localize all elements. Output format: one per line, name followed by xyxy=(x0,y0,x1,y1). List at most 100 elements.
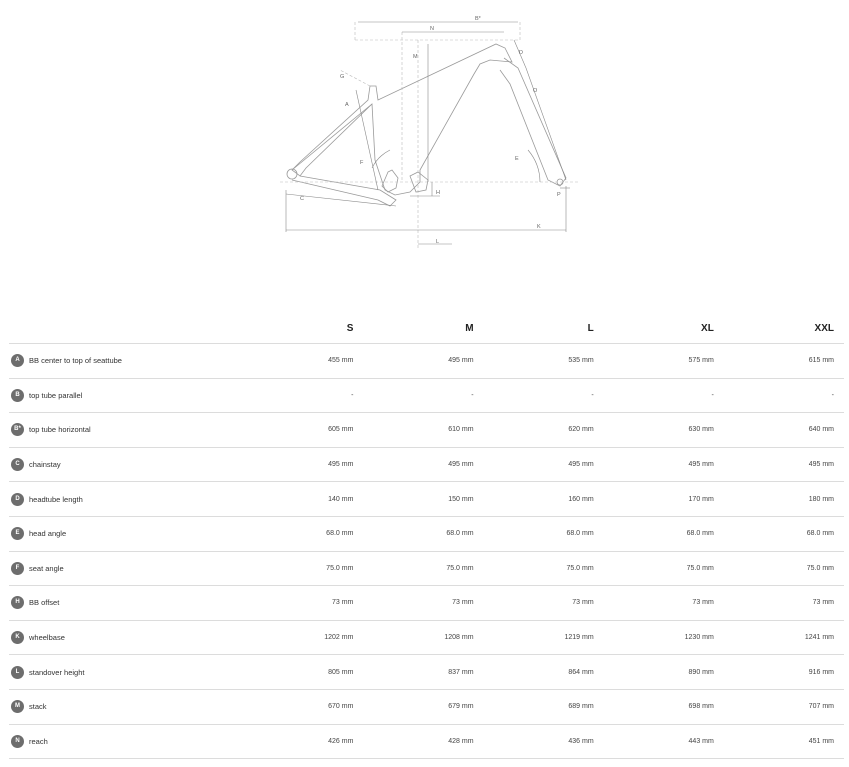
dim-h-label: H xyxy=(436,190,440,196)
value-cell: 495 mm xyxy=(723,447,844,483)
table-row: A BB center to top of seattube 455 mm 495… xyxy=(9,343,844,379)
value-cell: 75.0 mm xyxy=(243,551,364,587)
value-cell: 436 mm xyxy=(483,724,604,760)
measure-badge: N xyxy=(11,734,24,748)
value-cell: 837 mm xyxy=(363,654,484,690)
size-header-xl: XL xyxy=(603,314,724,344)
measure-badge: L xyxy=(11,665,24,679)
value-cell: 68.0 mm xyxy=(483,516,604,552)
value-cell: 180 mm xyxy=(723,481,844,517)
table-row: Btop tube parallel - - - - - xyxy=(9,378,844,414)
measure-name: BB center to top of seattube xyxy=(29,356,122,366)
dim-e-label: E xyxy=(515,156,519,162)
value-cell: - xyxy=(723,378,844,414)
value-cell: 426 mm xyxy=(243,724,364,760)
table-header-row: S M L XL XXL xyxy=(9,314,844,344)
measure-badge: F xyxy=(11,561,24,575)
value-cell: 73 mm xyxy=(603,585,724,621)
measure-badge: H xyxy=(11,596,24,610)
value-cell: 535 mm xyxy=(483,343,604,379)
table-row: Nreach 426 mm 428 mm 436 mm 443 mm 451 m… xyxy=(9,724,844,760)
row-label: Btop tube parallel xyxy=(9,378,244,414)
value-cell: 428 mm xyxy=(363,724,484,760)
value-cell: 68.0 mm xyxy=(603,516,724,552)
value-cell: 75.0 mm xyxy=(723,551,844,587)
bike-frame-drawing: B* N M G A F C H K L D O E P xyxy=(280,16,580,250)
row-label: B* top tube horizontal xyxy=(9,412,244,448)
row-label: A BB center to top of seattube xyxy=(9,343,244,379)
dim-f-label: F xyxy=(360,160,364,166)
table-row: Kwheelbase 1202 mm 1208 mm 1219 mm 1230 … xyxy=(9,620,844,656)
measure-badge: E xyxy=(11,527,24,541)
value-cell: 73 mm xyxy=(723,585,844,621)
geometry-table: S M L XL XXL A BB center to top of seattu… xyxy=(9,314,844,760)
value-cell: 679 mm xyxy=(363,689,484,725)
row-label: Dheadtube length xyxy=(9,481,244,517)
value-cell: 890 mm xyxy=(603,654,724,690)
row-label: Mstack xyxy=(9,689,244,725)
value-cell: 75.0 mm xyxy=(483,551,604,587)
dim-c-label: C xyxy=(300,196,304,202)
value-cell: 615 mm xyxy=(723,343,844,379)
value-cell: 73 mm xyxy=(243,585,364,621)
measure-badge: K xyxy=(11,631,24,645)
measure-badge: M xyxy=(11,700,24,714)
value-cell: 630 mm xyxy=(603,412,724,448)
value-cell: 605 mm xyxy=(243,412,364,448)
table-row: Lstandover height 805 mm 837 mm 864 mm 8… xyxy=(9,654,844,690)
measure-name: top tube horizontal xyxy=(29,425,91,435)
dim-g-label: G xyxy=(340,74,344,80)
value-cell: 689 mm xyxy=(483,689,604,725)
table-row: Fseat angle 75.0 mm 75.0 mm 75.0 mm 75.0… xyxy=(9,551,844,587)
value-cell: 68.0 mm xyxy=(243,516,364,552)
value-cell: 73 mm xyxy=(483,585,604,621)
geometry-diagram: B* N M G A F C H K L D O E P xyxy=(0,0,849,300)
row-label: Kwheelbase xyxy=(9,620,244,656)
value-cell: 610 mm xyxy=(363,412,484,448)
measure-name: head angle xyxy=(29,529,67,539)
table-row: Mstack 670 mm 679 mm 689 mm 698 mm 707 m… xyxy=(9,689,844,725)
table-row: Ehead angle 68.0 mm 68.0 mm 68.0 mm 68.0… xyxy=(9,516,844,552)
value-cell: 495 mm xyxy=(483,447,604,483)
row-label: Nreach xyxy=(9,724,244,760)
measure-name: reach xyxy=(29,736,48,746)
dim-k-label: K xyxy=(537,224,541,230)
value-cell: 1208 mm xyxy=(363,620,484,656)
size-header-s: S xyxy=(243,314,364,344)
value-cell: 495 mm xyxy=(363,343,484,379)
value-cell: 670 mm xyxy=(243,689,364,725)
header-label-cell xyxy=(9,314,244,344)
value-cell: - xyxy=(483,378,604,414)
value-cell: 1230 mm xyxy=(603,620,724,656)
table-row: Dheadtube length 140 mm 150 mm 160 mm 17… xyxy=(9,481,844,517)
measure-name: standover height xyxy=(29,667,85,677)
value-cell: 160 mm xyxy=(483,481,604,517)
measure-badge: C xyxy=(11,458,24,472)
dim-m-label: M xyxy=(413,54,418,60)
value-cell: 1202 mm xyxy=(243,620,364,656)
value-cell: 575 mm xyxy=(603,343,724,379)
size-header-m: M xyxy=(363,314,484,344)
measure-name: wheelbase xyxy=(29,633,65,643)
value-cell: 170 mm xyxy=(603,481,724,517)
value-cell: 75.0 mm xyxy=(603,551,724,587)
dim-o-label: O xyxy=(533,88,538,94)
value-cell: 620 mm xyxy=(483,412,604,448)
table-row: B* top tube horizontal 605 mm 610 mm 620 … xyxy=(9,412,844,448)
dim-l-label: L xyxy=(436,239,439,245)
value-cell: 443 mm xyxy=(603,724,724,760)
value-cell: 640 mm xyxy=(723,412,844,448)
row-label: Lstandover height xyxy=(9,654,244,690)
row-label: Cchainstay xyxy=(9,447,244,483)
value-cell: 495 mm xyxy=(603,447,724,483)
value-cell: 150 mm xyxy=(363,481,484,517)
value-cell: 495 mm xyxy=(363,447,484,483)
value-cell: 495 mm xyxy=(243,447,364,483)
dim-d-label: D xyxy=(519,50,523,56)
measure-name: BB offset xyxy=(29,598,60,608)
value-cell: 698 mm xyxy=(603,689,724,725)
dim-n-label: N xyxy=(430,26,434,32)
value-cell: 864 mm xyxy=(483,654,604,690)
measure-badge: A xyxy=(11,354,24,368)
table-row: Cchainstay 495 mm 495 mm 495 mm 495 mm 4… xyxy=(9,447,844,483)
